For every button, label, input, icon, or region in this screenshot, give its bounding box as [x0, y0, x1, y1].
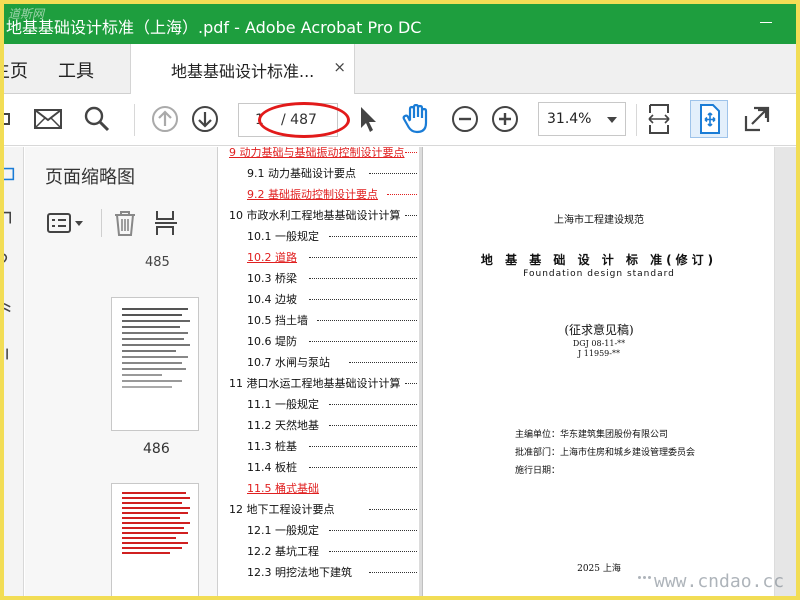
watermark-dots — [638, 576, 651, 579]
signature-icon[interactable] — [4, 347, 18, 361]
next-page-icon[interactable] — [190, 104, 220, 134]
toc-entry: 11.1 一般规定 — [219, 393, 419, 415]
toc-entry: 10.2 道路 — [219, 246, 419, 268]
hand-tool-icon[interactable] — [400, 104, 432, 134]
editor-unit: 主编单位：华东建筑集团股份有限公司 — [515, 430, 669, 440]
toc-entry: 12.1 一般规定 — [219, 519, 419, 541]
attachment-icon[interactable] — [4, 251, 18, 265]
toc-entry: 12.2 基坑工程 — [219, 540, 419, 562]
acrobat-window: 地基基础设计标准（上海）.pdf - Adobe Acrobat Pro DC … — [4, 4, 796, 596]
thumbnails-panel: 页面缩略图 485 486 — [25, 147, 218, 596]
watermark-logo: 道斯网 — [8, 7, 45, 21]
zoom-out-icon[interactable] — [450, 104, 480, 134]
toc-entry: 12 地下工程设计要点 — [219, 498, 419, 520]
toc-entry: 11.3 桩基 — [219, 435, 419, 457]
minimize-button[interactable] — [760, 22, 772, 23]
trash-icon[interactable] — [111, 209, 139, 237]
standard-code: DGJ 08-11-** — [572, 339, 626, 348]
fit-width-icon[interactable] — [644, 104, 674, 134]
tab-tools[interactable]: 工具 — [58, 57, 94, 83]
toc-entry: 10.4 边坡 — [219, 288, 419, 310]
toc-entry: 10.6 堤防 — [219, 330, 419, 352]
toc-entry: 9.1 动力基础设计要点 — [219, 162, 419, 184]
select-cursor-icon[interactable] — [356, 104, 380, 134]
document-background — [775, 147, 796, 596]
page-thumbnail-487[interactable] — [111, 483, 199, 596]
toc-entry: 10.5 挡土墙 — [219, 309, 419, 331]
full-screen-icon[interactable] — [742, 104, 772, 134]
thumbnail-label: 485 — [145, 255, 170, 270]
zoom-level-value: 31.4% — [547, 111, 592, 127]
toc-entry: 10.3 桥梁 — [219, 267, 419, 289]
site-watermark: www.cndao.cc — [654, 571, 785, 592]
toc-entry: 10.1 一般规定 — [219, 225, 419, 247]
search-icon[interactable] — [82, 104, 112, 134]
fit-page-icon[interactable] — [694, 104, 724, 134]
page-thumbnail-486[interactable] — [111, 297, 199, 431]
red-annotation-ellipse — [258, 102, 350, 138]
standard-heading: 上海市工程建设规范 — [554, 215, 644, 226]
toc-entry: 11.5 桶式基础 — [247, 482, 319, 495]
tab-home[interactable]: 主页 — [4, 57, 28, 83]
cover-page: 上海市工程建设规范 地 基 基 础 设 计 标 准(修订) Foundation… — [422, 147, 774, 596]
title-bar: 地基基础设计标准（上海）.pdf - Adobe Acrobat Pro DC … — [4, 4, 796, 44]
zoom-level-dropdown[interactable]: 31.4% — [538, 102, 626, 136]
thumbnail-options-icon[interactable] — [47, 211, 87, 235]
print-icon[interactable] — [4, 104, 14, 134]
panel-title: 页面缩略图 — [45, 167, 135, 188]
toolbar-divider — [101, 209, 102, 237]
toc-entry: 10 市政水利工程地基基础设计计算 — [219, 204, 419, 226]
zoom-in-icon[interactable] — [490, 104, 520, 134]
toc-entry: 11.4 板桩 — [219, 456, 419, 478]
main-toolbar: 1 / 487 31.4% — [4, 94, 796, 146]
bookmark-icon[interactable] — [4, 211, 18, 225]
thumbnail-label: 486 — [143, 441, 170, 457]
toolbar-divider — [636, 104, 637, 136]
window-title: 地基基础设计标准（上海）.pdf - Adobe Acrobat Pro DC — [6, 18, 422, 37]
chevron-down-icon — [607, 117, 617, 123]
toc-entry: 12.3 明挖法地下建筑 — [219, 561, 419, 583]
layers-icon[interactable] — [4, 299, 18, 313]
previous-page-icon[interactable] — [150, 104, 180, 134]
cover-title: 地 基 基 础 设 计 标 准(修订) — [480, 253, 718, 267]
close-tab-button[interactable]: × — [333, 58, 346, 76]
cover-english-title: Foundation design standard — [523, 269, 675, 279]
toc-entry: 9 动力基础与基础振动控制设计要点 — [219, 147, 419, 163]
tab-document[interactable]: 地基基础设计标准... × — [130, 44, 355, 95]
toolbar-divider — [134, 104, 135, 136]
mail-icon[interactable] — [32, 104, 64, 134]
table-of-contents-page: 9 动力基础与基础振动控制设计要点 9.1 动力基础设计要点 9.2 基础振动控… — [219, 147, 419, 596]
tab-bar: 主页 工具 地基基础设计标准... × — [4, 44, 796, 95]
tab-document-label: 地基基础设计标准... — [171, 62, 315, 81]
toc-entry: 9.2 基础振动控制设计要点 — [219, 183, 419, 205]
insert-pages-icon[interactable] — [153, 209, 183, 237]
page-thumbnails-icon[interactable] — [4, 167, 18, 181]
toc-entry: 11 港口水运工程地基基础设计计算 — [219, 372, 419, 394]
draft-label: (征求意见稿) — [564, 323, 634, 337]
record-code: J 11959-** — [578, 349, 620, 358]
left-tool-strip — [4, 147, 24, 596]
approving-department: 批准部门：上海市住房和城乡建设管理委员会 — [515, 448, 696, 458]
toc-entry: 10.7 水闸与泵站 — [219, 351, 419, 373]
toc-entry: 11.2 天然地基 — [219, 414, 419, 436]
document-view[interactable]: 9 动力基础与基础振动控制设计要点 9.1 动力基础设计要点 9.2 基础振动控… — [219, 147, 796, 596]
effective-date: 施行日期： — [515, 466, 561, 476]
